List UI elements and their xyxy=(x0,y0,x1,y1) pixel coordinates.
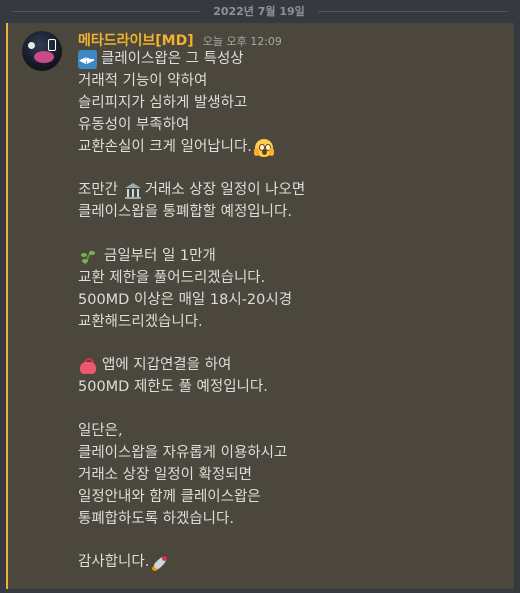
date-label: 2022년 7월 19일 xyxy=(213,5,305,18)
herb-icon xyxy=(78,247,98,267)
message-text: 일단은, xyxy=(78,423,123,440)
message-line: 슬리피지가 심하게 발생하고 xyxy=(78,93,498,115)
message-text: 감사합니다. xyxy=(78,554,150,571)
message-text: 클레이스왑은 그 특성상 xyxy=(101,51,244,67)
message-text: 조만간 xyxy=(78,182,123,199)
date-divider: 2022년 7월 19일 xyxy=(0,0,520,22)
message-line: 통폐합하도록 하겠습니다. xyxy=(78,509,498,531)
classical-building-icon xyxy=(123,181,143,201)
message-line: 앱에 지갑연결을 하여 xyxy=(78,355,498,377)
message-line: 감사합니다. xyxy=(78,552,498,574)
message-text: 슬리피지가 심하게 발생하고 xyxy=(78,94,248,111)
message-text: 유동성이 부족하여 xyxy=(78,116,190,133)
message-line: 클레이스왑을 자유롭게 이용하시고 xyxy=(78,443,498,465)
message-text: 거래소 상장 일정이 나오면 xyxy=(144,182,306,199)
avatar-planet xyxy=(34,51,54,63)
message-text: 클레이스왑을 통폐합할 예정입니다. xyxy=(78,204,292,221)
message-line: 500MD 제한도 풀 예정입니다. xyxy=(78,377,498,399)
chat-view: 2022년 7월 19일 메타드라이브[MD] 오늘 오후 12:09 클레이스… xyxy=(0,0,520,593)
divider-line-left xyxy=(12,11,200,12)
message-text: 교환손실이 크게 일어납니다. xyxy=(78,138,252,155)
avatar-moon xyxy=(28,42,35,49)
message-line: 조만간 거래소 상장 일정이 나오면 xyxy=(78,180,498,202)
divider-line-right xyxy=(318,11,508,12)
message-line: 교환손실이 크게 일어납니다. xyxy=(78,137,498,159)
rocket-icon xyxy=(150,553,170,573)
author-avatar[interactable] xyxy=(22,31,62,71)
message-line: 일단은, xyxy=(78,421,498,443)
message-text: 통폐합하도록 하겠습니다. xyxy=(78,510,234,527)
avatar-symbol xyxy=(48,39,56,51)
scream-face-icon xyxy=(253,138,274,158)
message-text: 거래소 상장 일정이 확정되면 xyxy=(78,466,252,483)
message-text: 일정안내와 함께 클레이스왑은 xyxy=(78,488,261,505)
author-name[interactable]: 메타드라이브[MD] xyxy=(78,33,194,49)
message-text: 클레이스왑을 자유롭게 이용하시고 xyxy=(78,445,288,462)
message-text: 거래적 기능이 약하여 xyxy=(78,72,208,89)
message-line: 금일부터 일 1만개 xyxy=(78,246,498,268)
message-line: 클레이스왑은 그 특성상 xyxy=(78,49,498,73)
message-text: 교환해드리겠습니다. xyxy=(78,313,203,330)
purse-icon xyxy=(78,356,98,376)
message-text: 금일부터 일 1만개 xyxy=(104,248,216,265)
message-line: 거래소 상장 일정이 확정되면 xyxy=(78,465,498,487)
message-text: 앱에 지갑연결을 하여 xyxy=(102,357,232,374)
message-line: 거래적 기능이 약하여 xyxy=(78,71,498,93)
message-text: 500MD 제한도 풀 예정입니다. xyxy=(78,379,268,396)
message-line: 일정안내와 함께 클레이스왑은 xyxy=(78,487,498,509)
message-line: 500MD 이상은 매일 18시-20시경 xyxy=(78,290,498,312)
message-line: 유동성이 부족하여 xyxy=(78,115,498,137)
message-line: 교환 제한을 풀어드리겠습니다. xyxy=(78,268,498,290)
message-timestamp[interactable]: 오늘 오후 12:09 xyxy=(203,35,282,48)
message-header: 메타드라이브[MD] 오늘 오후 12:09 xyxy=(78,30,282,50)
message-text: 500MD 이상은 매일 18시-20시경 xyxy=(78,291,293,308)
message-content: 클레이스왑은 그 특성상 거래적 기능이 약하여 슬리피지가 심하게 발생하고 … xyxy=(78,49,498,574)
message-line: 클레이스왑을 통폐합할 예정입니다. xyxy=(78,202,498,224)
message-text: 교환 제한을 풀어드리겠습니다. xyxy=(78,269,266,286)
left-right-arrow-icon xyxy=(78,50,97,73)
message-line: 교환해드리겠습니다. xyxy=(78,312,498,334)
chat-message[interactable]: 메타드라이브[MD] 오늘 오후 12:09 클레이스왑은 그 특성상 거래적 … xyxy=(6,23,514,589)
